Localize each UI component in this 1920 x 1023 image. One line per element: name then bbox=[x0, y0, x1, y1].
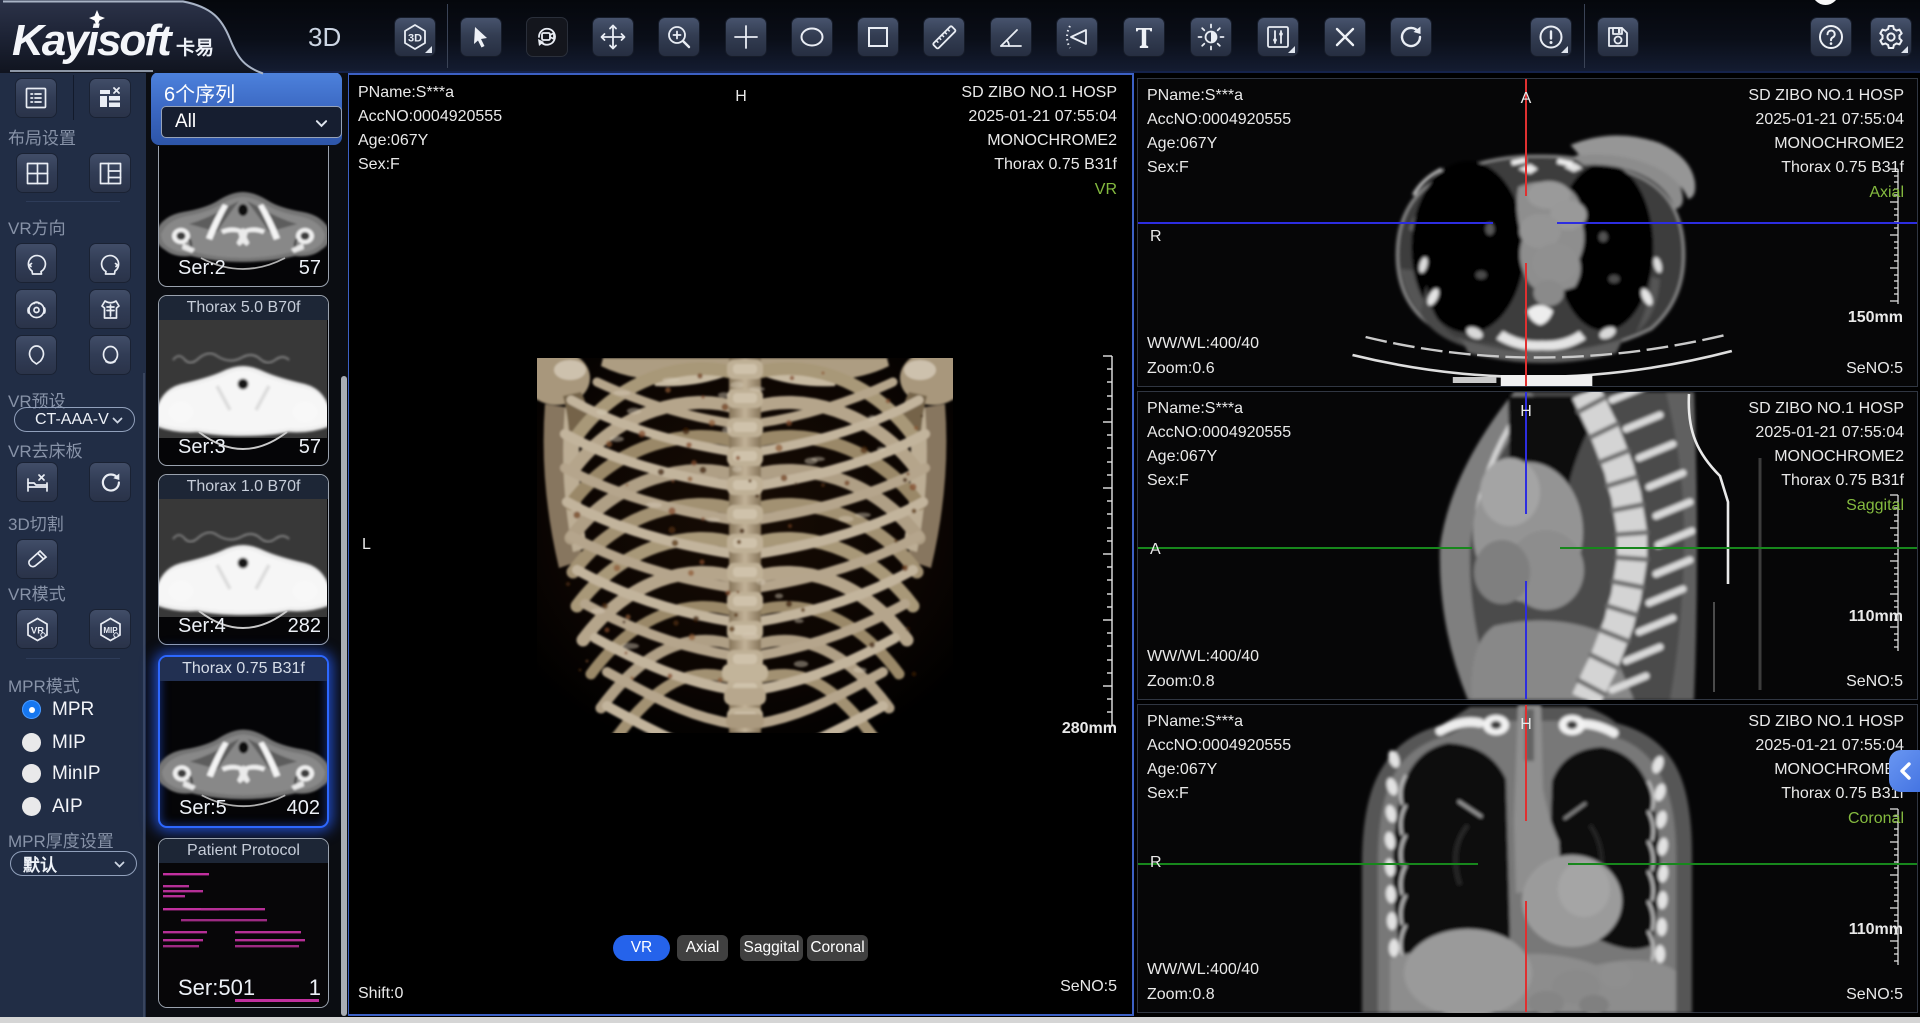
svg-text:卡易: 卡易 bbox=[176, 36, 214, 59]
svg-text:Kayisoft: Kayisoft bbox=[12, 16, 174, 65]
svg-text:3D: 3D bbox=[408, 33, 422, 45]
